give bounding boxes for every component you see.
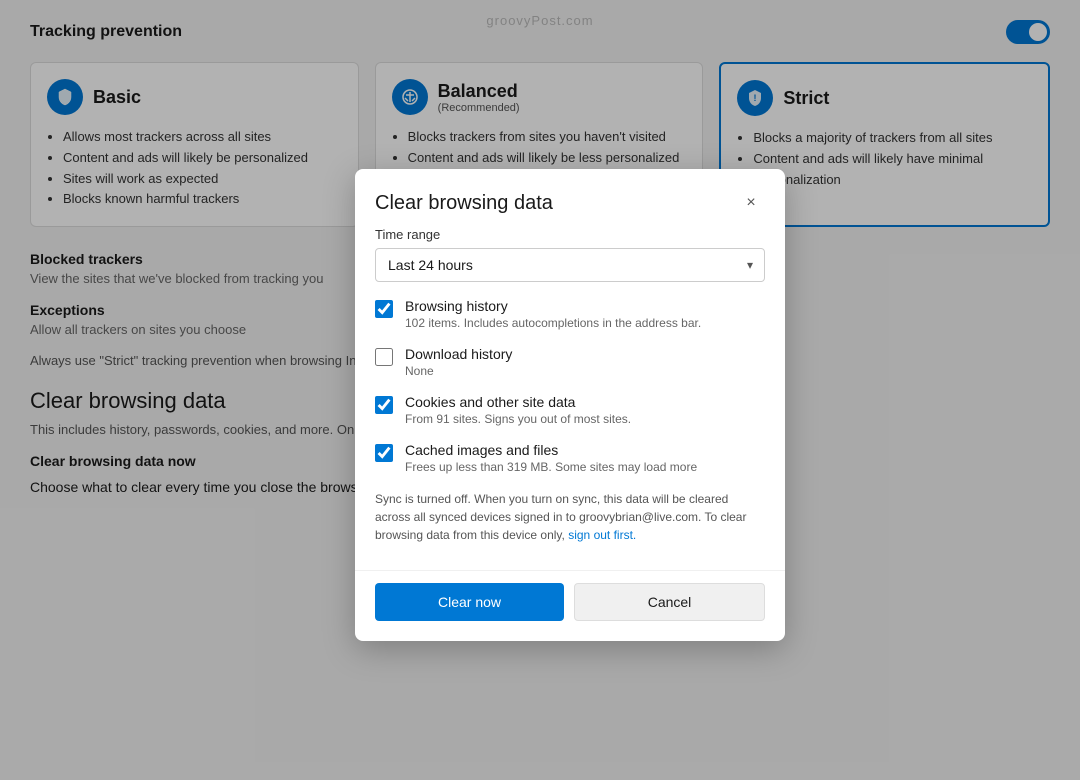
download-history-label-area: Download history None [405,346,765,378]
clear-browsing-data-modal: Clear browsing data × Time range Last ho… [355,169,785,641]
sign-out-link[interactable]: sign out first. [568,528,636,542]
cookies-checkbox[interactable] [375,396,393,414]
clear-now-button[interactable]: Clear now [375,583,564,621]
cached-checkbox[interactable] [375,444,393,462]
cached-label-area: Cached images and files Frees up less th… [405,442,765,474]
sync-note: Sync is turned off. When you turn on syn… [375,490,765,544]
cancel-button[interactable]: Cancel [574,583,765,621]
cached-label: Cached images and files [405,442,765,458]
download-history-label: Download history [405,346,765,362]
cookies-desc: From 91 sites. Signs you out of most sit… [405,412,765,426]
browsing-history-checkbox[interactable] [375,300,393,318]
time-range-label: Time range [375,227,765,242]
cached-item: Cached images and files Frees up less th… [375,442,765,474]
time-range-select[interactable]: Last hour Last 24 hours Last 7 days Last… [375,248,765,282]
modal-close-button[interactable]: × [737,189,765,217]
cached-desc: Frees up less than 319 MB. Some sites ma… [405,460,765,474]
modal-body: Time range Last hour Last 24 hours Last … [355,227,785,570]
modal-footer: Clear now Cancel [355,570,785,641]
modal-title: Clear browsing data [375,192,553,215]
modal-overlay: Clear browsing data × Time range Last ho… [0,0,1080,780]
modal-header: Clear browsing data × [355,169,785,227]
time-range-wrapper: Last hour Last 24 hours Last 7 days Last… [375,248,765,282]
cookies-item: Cookies and other site data From 91 site… [375,394,765,426]
browsing-history-desc: 102 items. Includes autocompletions in t… [405,316,765,330]
sync-note-text: Sync is turned off. When you turn on syn… [375,492,746,542]
browsing-history-label: Browsing history [405,298,765,314]
download-history-checkbox[interactable] [375,348,393,366]
cookies-label: Cookies and other site data [405,394,765,410]
download-history-desc: None [405,364,765,378]
download-history-item: Download history None [375,346,765,378]
browsing-history-item: Browsing history 102 items. Includes aut… [375,298,765,330]
browsing-history-label-area: Browsing history 102 items. Includes aut… [405,298,765,330]
cookies-label-area: Cookies and other site data From 91 site… [405,394,765,426]
